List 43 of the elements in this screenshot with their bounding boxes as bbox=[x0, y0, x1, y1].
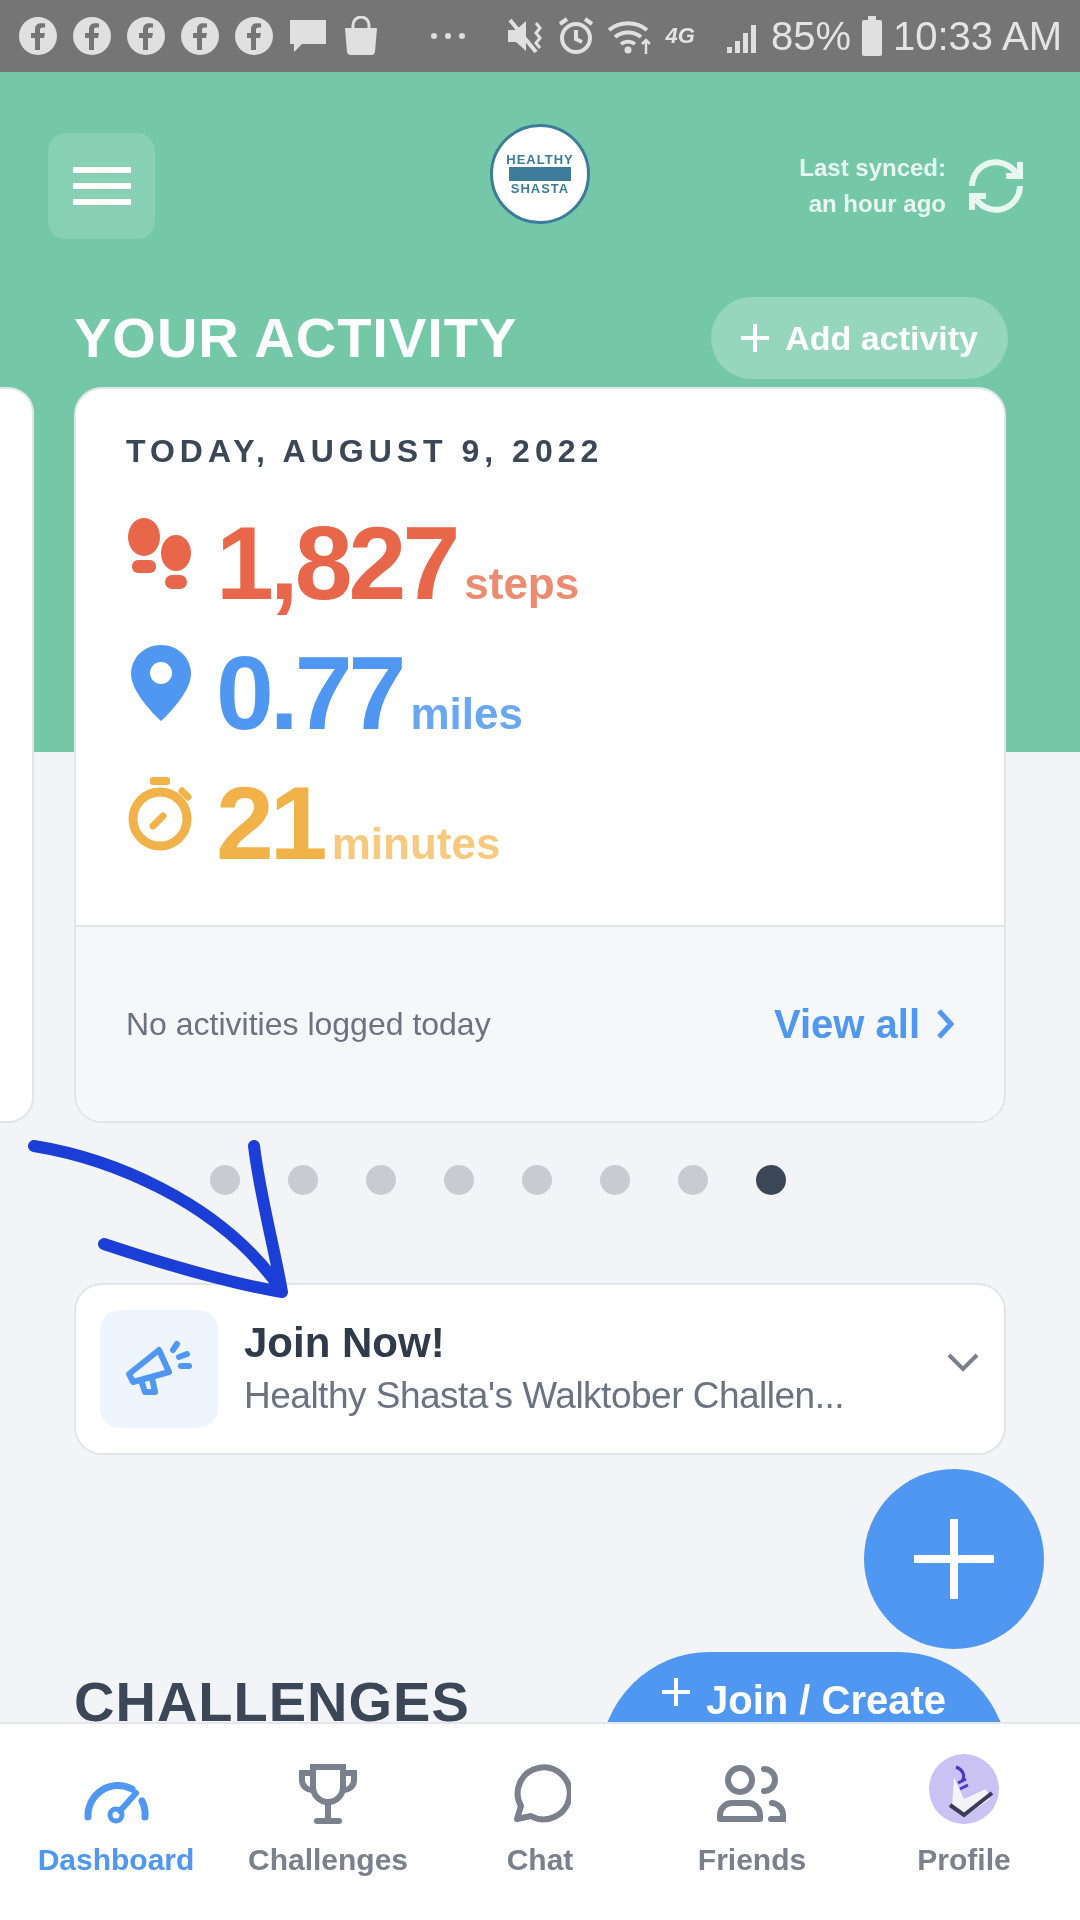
facebook-icon bbox=[72, 16, 112, 56]
trophy-icon bbox=[297, 1763, 359, 1825]
facebook-icon bbox=[180, 16, 220, 56]
announcement-text: Healthy Shasta's Walktober Challen... bbox=[244, 1374, 846, 1418]
announcement-card[interactable]: Join Now! Healthy Shasta's Walktober Challen... bbox=[74, 1283, 1006, 1455]
network-type: 4G bbox=[665, 25, 695, 47]
facebook-icon bbox=[126, 16, 166, 56]
metric-unit: minutes bbox=[331, 822, 501, 866]
people-icon bbox=[716, 1763, 788, 1825]
battery-level: 85% bbox=[770, 16, 851, 56]
nav-tab[interactable]: Profile bbox=[858, 1724, 1070, 1920]
sync-label: Last synced: bbox=[799, 153, 946, 183]
avatar-icon bbox=[928, 1753, 1000, 1825]
empty-activities-text: No activities logged today bbox=[126, 1005, 491, 1044]
sync-time: an hour ago bbox=[808, 189, 946, 219]
nav-tab[interactable]: Chat bbox=[434, 1724, 646, 1920]
view-all-link[interactable]: View all bbox=[774, 994, 954, 1054]
nav-tab[interactable]: Challenges bbox=[222, 1724, 434, 1920]
metric-value: 1,827 bbox=[216, 511, 457, 615]
more-icon bbox=[430, 31, 466, 41]
metric-value: 21 bbox=[216, 771, 324, 875]
chevron-down-icon[interactable] bbox=[946, 1352, 980, 1372]
nav-tab[interactable]: Friends bbox=[646, 1724, 858, 1920]
shopping-bag-icon bbox=[342, 16, 380, 56]
plus-icon bbox=[914, 1519, 994, 1599]
nav-tab[interactable]: Dashboard bbox=[10, 1724, 222, 1920]
announcement-title: Join Now! bbox=[244, 1318, 446, 1368]
menu-button[interactable] bbox=[48, 133, 155, 239]
clock: 10:33 AM bbox=[893, 16, 1062, 56]
facebook-icon bbox=[18, 16, 58, 56]
facebook-icon bbox=[234, 16, 274, 56]
metric-value: 0.77 bbox=[216, 641, 403, 745]
battery-icon bbox=[861, 16, 883, 56]
plus-icon bbox=[661, 1678, 690, 1706]
metric-unit: miles bbox=[410, 692, 523, 736]
plus-icon bbox=[741, 324, 770, 352]
section-title: CHALLENGES bbox=[74, 1674, 470, 1722]
section-title: YOUR ACTIVITY bbox=[74, 305, 518, 371]
date-label: TODAY, AUGUST 9, 2022 bbox=[126, 432, 605, 471]
chevron-right-icon bbox=[936, 1008, 954, 1040]
menu-icon bbox=[72, 167, 131, 205]
metric-unit: steps bbox=[464, 562, 580, 606]
map-pin-icon bbox=[129, 643, 193, 723]
